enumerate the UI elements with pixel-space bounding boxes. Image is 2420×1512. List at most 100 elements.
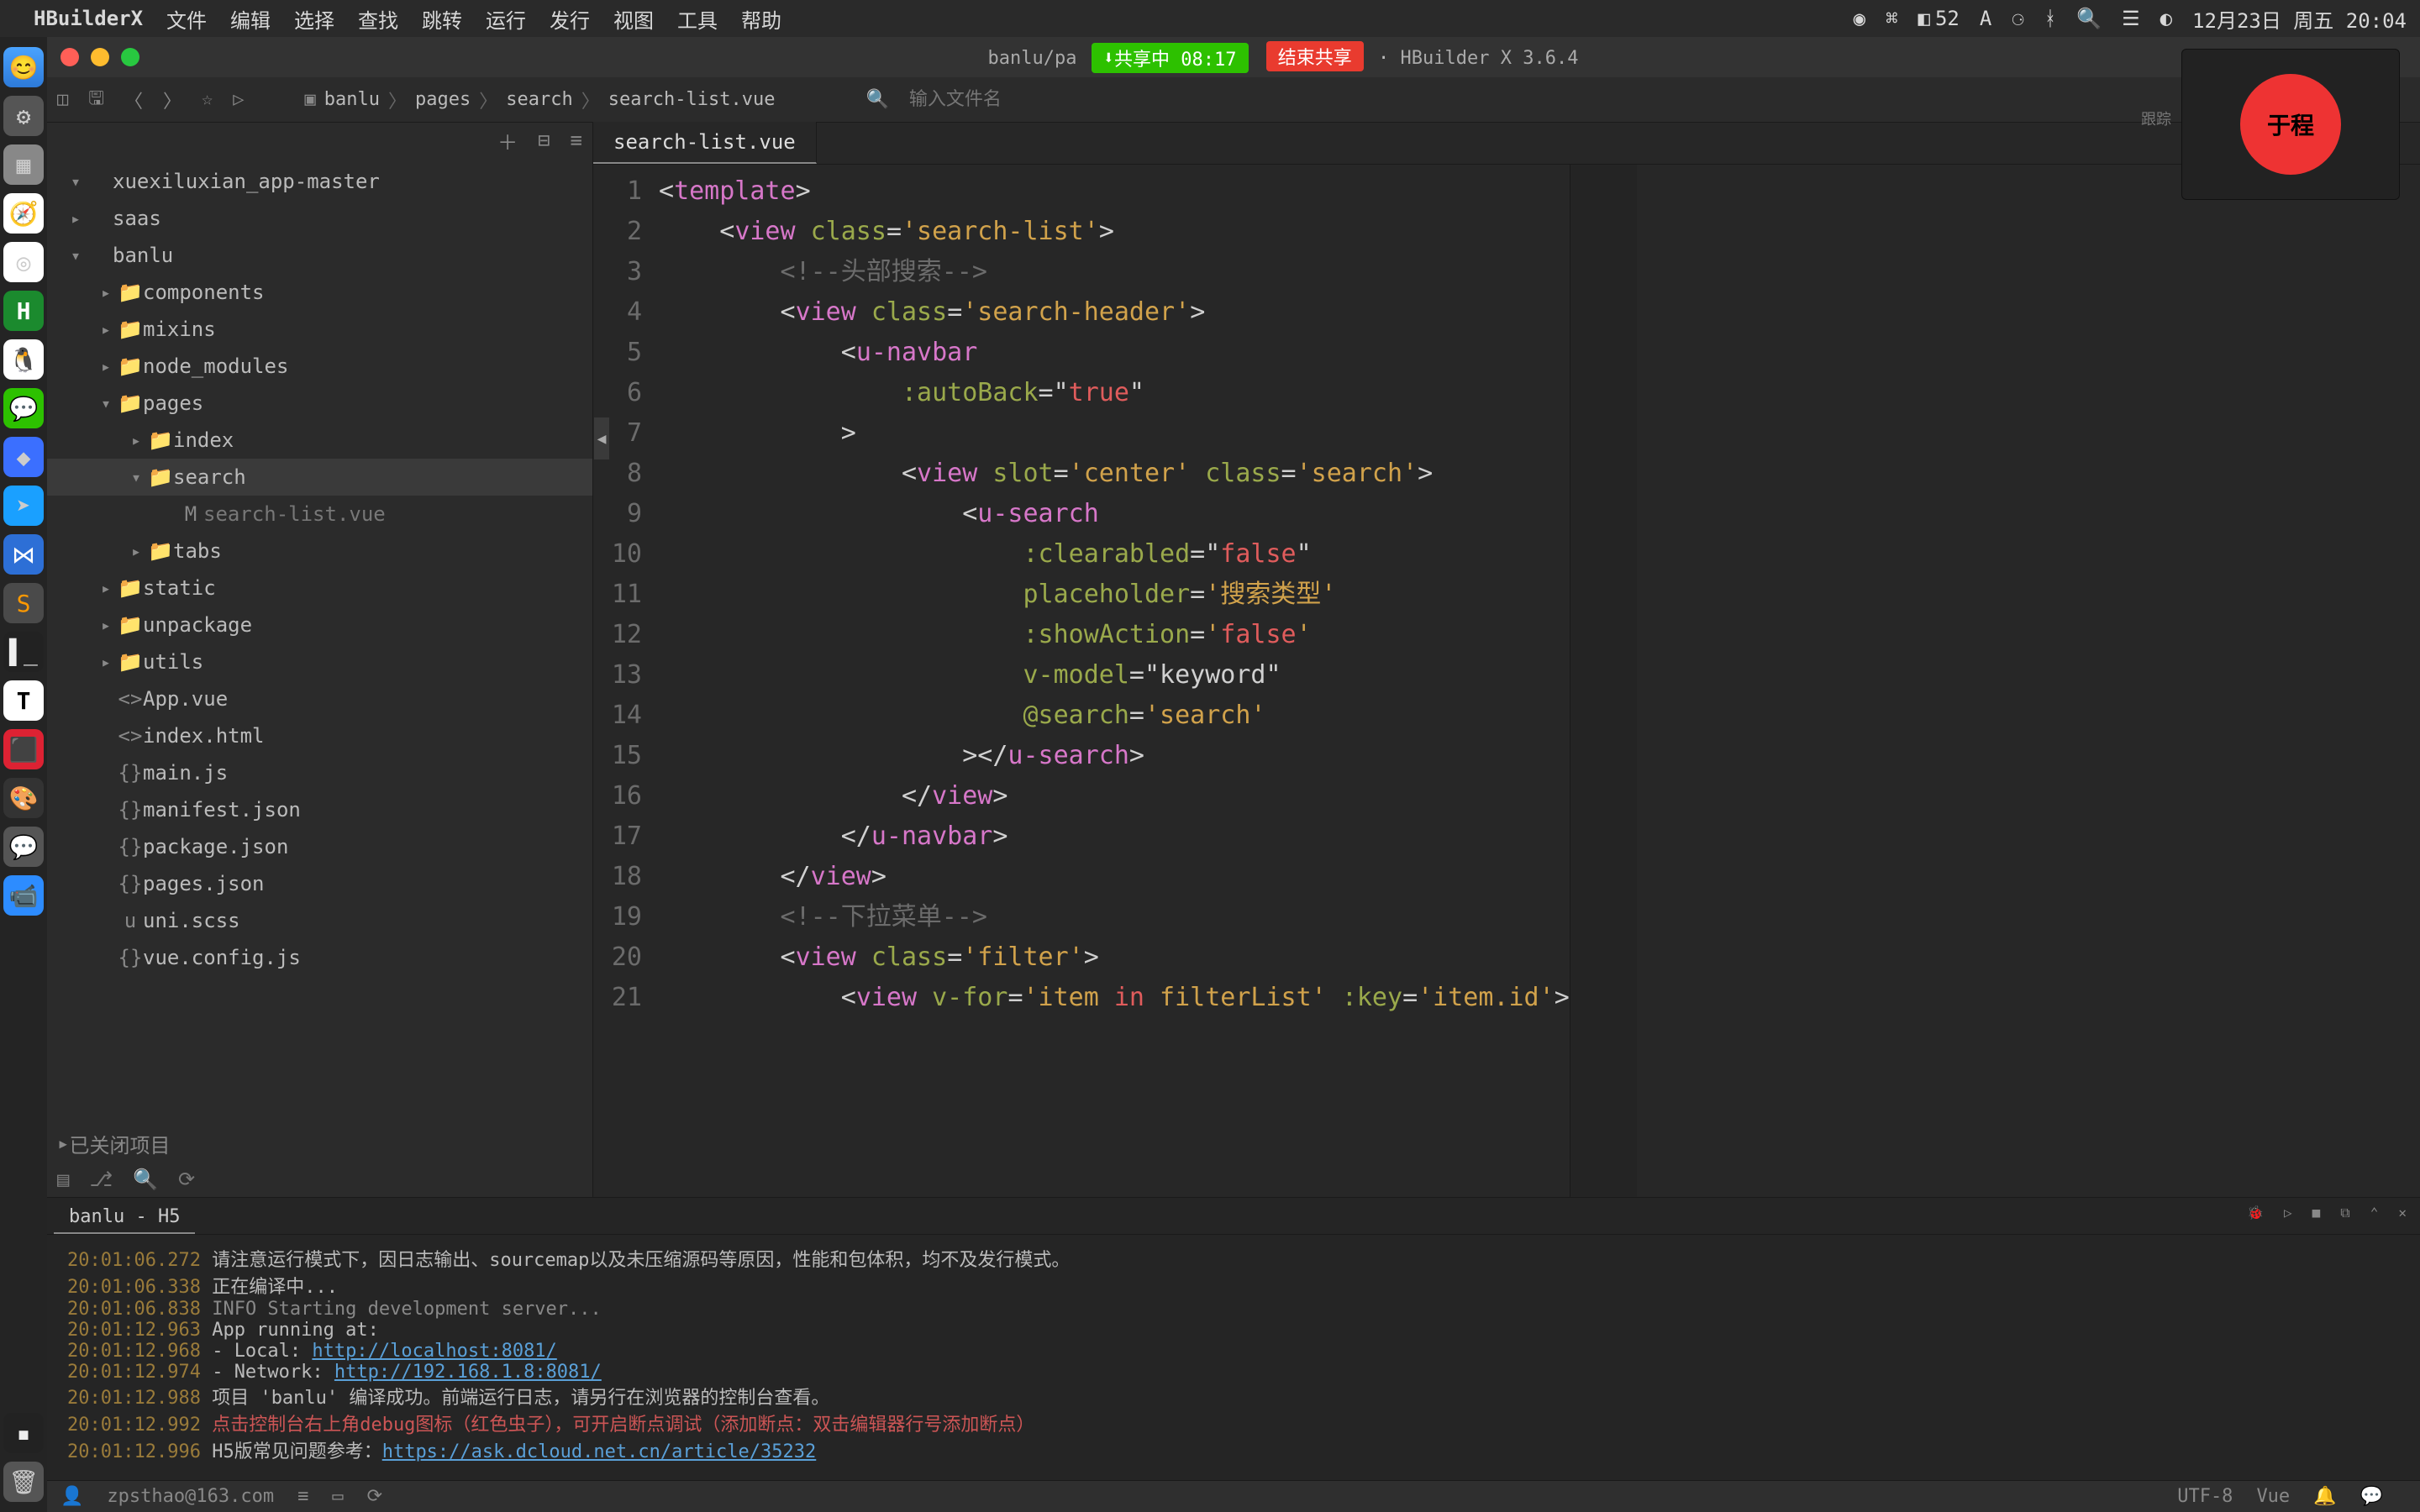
collapse-all-icon[interactable]: ⊟: [538, 129, 550, 152]
menu-help[interactable]: 帮助: [741, 4, 781, 34]
tree-caret-icon[interactable]: ▸: [64, 208, 87, 228]
battery-indicator[interactable]: ◧ 52: [1918, 7, 1960, 30]
menu-file[interactable]: 文件: [166, 4, 207, 34]
nav-forward-icon[interactable]: 〉: [163, 87, 182, 113]
tree-caret-icon[interactable]: ▸: [94, 319, 118, 339]
tree-row[interactable]: {}manifest.json: [47, 791, 592, 828]
overlay-label2[interactable]: 跟踪: [2141, 108, 2171, 129]
user-icon[interactable]: 👤: [60, 1486, 83, 1507]
tree-row[interactable]: ▸📁components: [47, 274, 592, 311]
dock-sublime[interactable]: S: [3, 583, 44, 623]
dock-zoom[interactable]: 📹: [3, 875, 44, 916]
tree-caret-icon[interactable]: ▸: [94, 578, 118, 598]
tree-row[interactable]: ▸📁unpackage: [47, 606, 592, 643]
tree-caret-icon[interactable]: ▾: [94, 393, 118, 413]
notifications-icon[interactable]: 🔔: [2313, 1486, 2336, 1507]
sync-icon[interactable]: ⟳: [178, 1168, 195, 1191]
dock-hbuilder[interactable]: H: [3, 291, 44, 331]
tree-row[interactable]: ▸📁mixins: [47, 311, 592, 348]
minimize-button[interactable]: [91, 48, 109, 66]
status-icon2[interactable]: ▭: [332, 1486, 343, 1507]
app-menu[interactable]: HBuilderX: [34, 7, 143, 30]
git-icon[interactable]: ⎇: [89, 1168, 113, 1191]
tree-row[interactable]: ▾xuexiluxian_app-master: [47, 163, 592, 200]
menu-goto[interactable]: 跳转: [422, 4, 462, 34]
menu-edit[interactable]: 编辑: [230, 4, 271, 34]
tree-caret-icon[interactable]: ▾: [64, 171, 87, 192]
dock-qq[interactable]: 🐧: [3, 339, 44, 380]
save-icon[interactable]: 🖫: [88, 84, 104, 116]
tree-row[interactable]: <>index.html: [47, 717, 592, 754]
tree-row[interactable]: ▸saas: [47, 200, 592, 237]
spotlight-icon[interactable]: 🔍: [2076, 7, 2102, 30]
dock-vscode[interactable]: ⋈: [3, 534, 44, 575]
screenshare-overlay[interactable]: 于程: [2181, 49, 2400, 200]
tree-row[interactable]: ▸📁tabs: [47, 533, 592, 570]
dock-app2[interactable]: ➤: [3, 486, 44, 526]
tree-caret-icon[interactable]: ▸: [94, 615, 118, 635]
menu-find[interactable]: 查找: [358, 4, 398, 34]
run-icon[interactable]: ▷: [233, 89, 244, 110]
nav-back-icon[interactable]: 〈: [124, 87, 143, 113]
language-label[interactable]: Vue: [2256, 1486, 2290, 1507]
breadcrumb-item[interactable]: search-list.vue: [608, 89, 776, 110]
tree-row[interactable]: {}pages.json: [47, 865, 592, 902]
breadcrumb-item[interactable]: search: [506, 89, 572, 110]
menu-publish[interactable]: 发行: [550, 4, 590, 34]
dock-launchpad[interactable]: ▦: [3, 144, 44, 185]
console-stop-icon[interactable]: ■: [2312, 1205, 2321, 1221]
dock-finder[interactable]: 😊: [3, 47, 44, 87]
dock-chrome[interactable]: ◎: [3, 242, 44, 282]
dock-wechat[interactable]: 💬: [3, 388, 44, 428]
tree-caret-icon[interactable]: ▸: [124, 430, 148, 450]
tree-row[interactable]: ▸📁node_modules: [47, 348, 592, 385]
tree-row[interactable]: ▸📁utils: [47, 643, 592, 680]
user-email[interactable]: zpsthao@163.com: [107, 1486, 274, 1507]
handoff-icon[interactable]: ⌘: [1886, 7, 1897, 30]
tree-caret-icon[interactable]: ▸: [94, 652, 118, 672]
sidebar-fold-handle[interactable]: ◀: [594, 417, 609, 459]
file-tree[interactable]: ▾xuexiluxian_app-master▸saas▾banlu▸📁comp…: [47, 158, 592, 1125]
siri-icon[interactable]: ◐: [2160, 7, 2172, 30]
dock-settings[interactable]: ⚙: [3, 96, 44, 136]
tree-row[interactable]: ▸📁static: [47, 570, 592, 606]
dock-typora[interactable]: T: [3, 680, 44, 721]
tree-row[interactable]: ▾📁search: [47, 459, 592, 496]
tree-caret-icon[interactable]: ▾: [64, 245, 87, 265]
record-icon[interactable]: ◉: [1854, 7, 1865, 30]
tree-row[interactable]: {}package.json: [47, 828, 592, 865]
status-icon3[interactable]: ⟳: [367, 1486, 382, 1507]
console-link[interactable]: https://ask.dcloud.net.cn/article/35232: [382, 1441, 817, 1462]
dock-app4[interactable]: 💬: [3, 827, 44, 867]
tree-row[interactable]: {}main.js: [47, 754, 592, 791]
dock-terminal[interactable]: ▌_: [3, 632, 44, 672]
tree-caret-icon[interactable]: ▸: [124, 541, 148, 561]
tree-row[interactable]: ▸📁index: [47, 422, 592, 459]
tree-row[interactable]: ▾📁pages: [47, 385, 592, 422]
share-status-pill[interactable]: ⬇ 共享中 08:17: [1092, 43, 1249, 73]
tree-row[interactable]: Msearch-list.vue: [47, 496, 592, 533]
fullscreen-button[interactable]: [121, 48, 139, 66]
tree-caret-icon[interactable]: ▸: [94, 282, 118, 302]
input-method-icon[interactable]: A: [1980, 7, 1991, 30]
menu-tools[interactable]: 工具: [677, 4, 718, 34]
more-icon[interactable]: ≡: [571, 129, 582, 152]
tree-row[interactable]: ▾banlu: [47, 237, 592, 274]
debug-icon[interactable]: 🐞: [2247, 1205, 2264, 1221]
search-files-icon[interactable]: 🔍: [133, 1168, 158, 1191]
tree-caret-icon[interactable]: ▸: [94, 356, 118, 376]
encoding-label[interactable]: UTF-8: [2177, 1486, 2233, 1507]
dock-safari[interactable]: 🧭: [3, 193, 44, 234]
bookmark-icon[interactable]: ☆: [202, 89, 213, 110]
close-button[interactable]: [60, 48, 79, 66]
console-link[interactable]: http://localhost:8081/: [312, 1341, 556, 1362]
bluetooth-icon[interactable]: ᚼ: [2044, 7, 2056, 30]
console-run-icon[interactable]: ▷: [2284, 1205, 2292, 1221]
menu-select[interactable]: 选择: [294, 4, 334, 34]
wifi-icon[interactable]: ⚆: [2012, 7, 2023, 30]
console-close-icon[interactable]: ✕: [2398, 1205, 2407, 1221]
tree-row[interactable]: {}vue.config.js: [47, 939, 592, 976]
menu-view[interactable]: 视图: [613, 4, 654, 34]
file-search-input[interactable]: [909, 89, 1161, 110]
feedback-icon[interactable]: 💬: [2360, 1486, 2383, 1507]
